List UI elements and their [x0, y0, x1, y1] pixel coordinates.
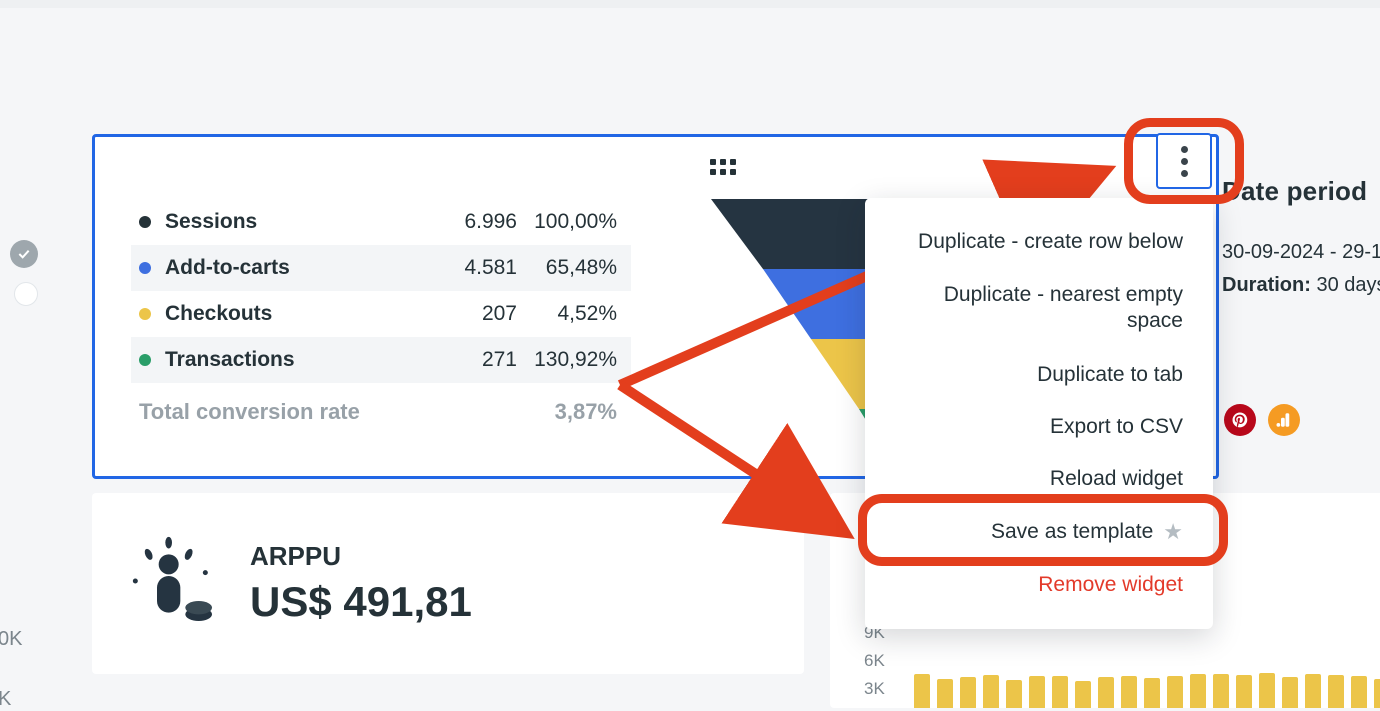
- person-money-icon: [122, 531, 222, 636]
- widget-context-menu: Duplicate - create row below Duplicate -…: [865, 198, 1213, 629]
- data-source-icons: [1224, 404, 1300, 436]
- arppu-title: ARPPU: [250, 541, 472, 572]
- metric-pct: 4,52%: [517, 302, 617, 326]
- menu-export-csv[interactable]: Export to CSV: [865, 401, 1213, 453]
- metric-label: Checkouts: [165, 302, 437, 326]
- bar-series: [914, 652, 1380, 708]
- star-icon: ★: [1163, 519, 1183, 545]
- pinterest-ads-icon[interactable]: [1224, 404, 1256, 436]
- table-row: Transactions 271 130,92%: [131, 337, 631, 383]
- table-row: Checkouts 207 4,52%: [131, 291, 631, 337]
- duration-label: Duration:: [1222, 274, 1311, 296]
- funnel-metrics-table: Sessions 6.996 100,00% Add-to-carts 4.58…: [131, 199, 631, 479]
- menu-reload-widget[interactable]: Reload widget: [865, 453, 1213, 505]
- table-row: Sessions 6.996 100,00%: [131, 199, 631, 245]
- metric-label: Sessions: [165, 210, 437, 234]
- left-axis-tick: 0K: [0, 628, 22, 651]
- y-tick: 6K: [864, 651, 885, 671]
- left-edge-fragment: [0, 240, 42, 306]
- arppu-value: US$ 491,81: [250, 578, 472, 626]
- app-topbar: [0, 0, 1380, 8]
- series-dot-icon: [139, 354, 151, 366]
- metric-label: Transactions: [165, 348, 437, 372]
- check-icon: [10, 240, 38, 268]
- menu-remove-widget[interactable]: Remove widget: [865, 559, 1213, 611]
- menu-duplicate-empty[interactable]: Duplicate - nearest empty space: [865, 268, 1213, 349]
- google-analytics-icon[interactable]: [1268, 404, 1300, 436]
- menu-duplicate-tab[interactable]: Duplicate to tab: [865, 349, 1213, 401]
- date-range: 30-09-2024 - 29-10: [1222, 241, 1380, 264]
- series-dot-icon: [139, 216, 151, 228]
- metric-label: Add-to-carts: [165, 256, 437, 280]
- date-period-panel: Date period 30-09-2024 - 29-10 Duration:…: [1222, 176, 1380, 307]
- metric-pct: 130,92%: [517, 348, 617, 372]
- left-axis-tick: K: [0, 688, 11, 711]
- widget-options-button[interactable]: [1156, 133, 1212, 189]
- empty-status-dot: [14, 282, 38, 306]
- metric-count: 6.996: [437, 210, 517, 234]
- date-period-title: Date period: [1222, 176, 1380, 207]
- drag-handle-icon[interactable]: [710, 159, 736, 175]
- series-dot-icon: [139, 308, 151, 320]
- duration-value: 30 days: [1316, 274, 1380, 296]
- metric-count: 271: [437, 348, 517, 372]
- table-row: Add-to-carts 4.581 65,48%: [131, 245, 631, 291]
- menu-save-template[interactable]: Save as template ★: [865, 505, 1213, 559]
- conversion-label: Total conversion rate: [139, 399, 555, 425]
- annotation-highlight-kebab: [1124, 118, 1244, 204]
- series-dot-icon: [139, 262, 151, 274]
- y-tick: 3K: [864, 679, 885, 699]
- metric-count: 207: [437, 302, 517, 326]
- metric-pct: 65,48%: [517, 256, 617, 280]
- menu-duplicate-below[interactable]: Duplicate - create row below: [865, 216, 1213, 268]
- arppu-widget[interactable]: ARPPU US$ 491,81: [92, 493, 804, 674]
- conversion-value: 3,87%: [555, 399, 617, 425]
- conversion-summary: Total conversion rate 3,87%: [131, 383, 631, 437]
- metric-count: 4.581: [437, 256, 517, 280]
- metric-pct: 100,00%: [517, 210, 617, 234]
- date-duration: Duration: 30 days: [1222, 274, 1380, 297]
